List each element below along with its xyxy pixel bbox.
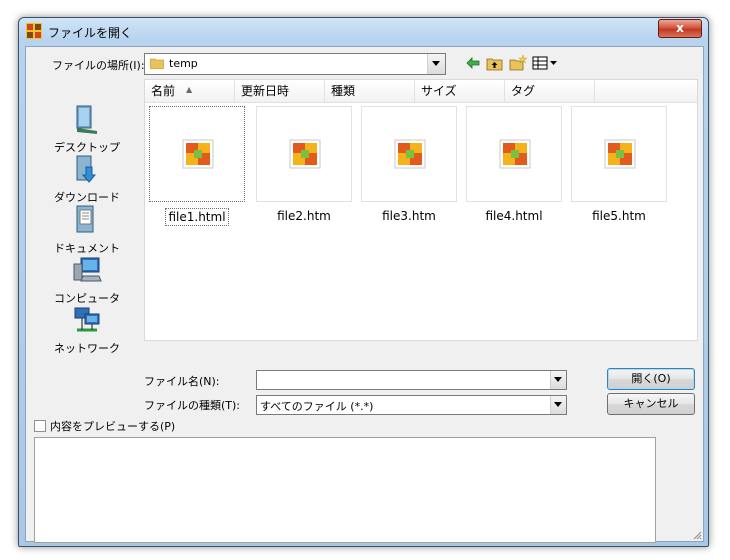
file-item[interactable]: file2.htm: [256, 106, 352, 224]
view-menu-icon[interactable]: [532, 55, 558, 71]
preview-pane: [34, 437, 656, 543]
lookin-label: ファイルの場所(I):: [52, 59, 145, 72]
title-bar[interactable]: ファイルを開く x: [19, 18, 708, 46]
column-label: 更新日時: [241, 84, 290, 98]
file-name: file5.htm: [592, 209, 646, 223]
column-label: タグ: [511, 84, 536, 98]
open-button[interactable]: 開く(O): [607, 368, 695, 390]
place-computer[interactable]: コンピュータ: [52, 254, 122, 306]
file-thumbnail: [466, 106, 562, 202]
place-downloads[interactable]: ダウンロード: [52, 153, 122, 205]
file-name: file3.htm: [382, 209, 436, 223]
file-thumbnail: [149, 106, 245, 202]
resize-grip-icon[interactable]: [692, 530, 702, 540]
chevron-down-icon: [432, 61, 440, 66]
preview-label: 内容をプレビューする(P): [50, 420, 176, 433]
folder-icon: [150, 58, 164, 69]
filename-label: ファイル名(N):: [144, 375, 220, 388]
lookin-value: temp: [169, 57, 198, 70]
html-file-icon: [182, 139, 214, 169]
column-modified[interactable]: 更新日時: [235, 80, 325, 102]
chevron-down-icon: [554, 402, 562, 407]
chevron-down-icon: [554, 377, 562, 382]
cancel-button[interactable]: キャンセル: [607, 393, 695, 415]
close-button[interactable]: x: [658, 19, 702, 38]
preview-checkbox[interactable]: [34, 420, 46, 432]
new-folder-icon[interactable]: [509, 55, 527, 71]
file-name: file1.html: [165, 208, 229, 226]
close-icon: x: [676, 21, 684, 35]
app-icon: [26, 23, 42, 39]
open-file-dialog: ファイルを開く x ファイルの場所(I): temp デスクトップ ダウンロード…: [18, 17, 709, 547]
column-type[interactable]: 種類: [325, 80, 415, 102]
file-item[interactable]: file5.htm: [571, 106, 667, 224]
column-label: 名前: [151, 84, 176, 98]
back-icon[interactable]: [464, 55, 482, 71]
file-list[interactable]: 名前 ▲ 更新日時 種類 サイズ タグ file1.html file2.htm…: [144, 79, 698, 341]
file-item[interactable]: file3.htm: [361, 106, 457, 224]
lookin-dropdown-button[interactable]: [427, 54, 445, 74]
sort-ascending-icon: ▲: [186, 85, 193, 94]
file-item[interactable]: file1.html: [149, 106, 245, 226]
filename-input[interactable]: [256, 370, 567, 390]
html-file-icon: [604, 139, 636, 169]
file-name: file4.html: [485, 209, 543, 223]
file-thumbnail: [571, 106, 667, 202]
place-label: ネットワーク: [54, 342, 120, 355]
filetype-label: ファイルの種類(T):: [144, 399, 241, 412]
column-name[interactable]: 名前 ▲: [145, 80, 235, 102]
up-folder-icon[interactable]: [486, 55, 504, 71]
file-thumbnail: [361, 106, 457, 202]
downloads-icon: [76, 155, 97, 183]
filetype-value: すべてのファイル (*.*): [260, 400, 374, 413]
window-title: ファイルを開く: [48, 26, 133, 40]
html-file-icon: [499, 139, 531, 169]
column-tags[interactable]: タグ: [505, 80, 595, 102]
dialog-body: ファイルの場所(I): temp デスクトップ ダウンロード ドキュメント コン…: [25, 46, 704, 543]
documents-icon: [76, 205, 94, 233]
column-size[interactable]: サイズ: [415, 80, 505, 102]
network-icon: [74, 307, 100, 332]
place-documents[interactable]: ドキュメント: [52, 204, 122, 256]
computer-icon: [73, 257, 102, 282]
desktop-icon: [76, 105, 97, 134]
filetype-dropdown-button[interactable]: [550, 396, 566, 414]
place-network[interactable]: ネットワーク: [52, 304, 122, 356]
html-file-icon: [289, 139, 321, 169]
place-desktop[interactable]: デスクトップ: [52, 103, 122, 155]
lookin-combo[interactable]: temp: [144, 53, 446, 75]
place-label: ダウンロード: [54, 191, 120, 204]
html-file-icon: [394, 139, 426, 169]
file-item[interactable]: file4.html: [466, 106, 562, 224]
filetype-select[interactable]: すべてのファイル (*.*): [256, 395, 567, 415]
column-label: 種類: [331, 84, 356, 98]
column-label: サイズ: [421, 84, 457, 98]
column-headers: 名前 ▲ 更新日時 種類 サイズ タグ: [145, 80, 697, 103]
filename-dropdown-button[interactable]: [550, 371, 566, 389]
file-name: file2.htm: [277, 209, 331, 223]
file-thumbnail: [256, 106, 352, 202]
